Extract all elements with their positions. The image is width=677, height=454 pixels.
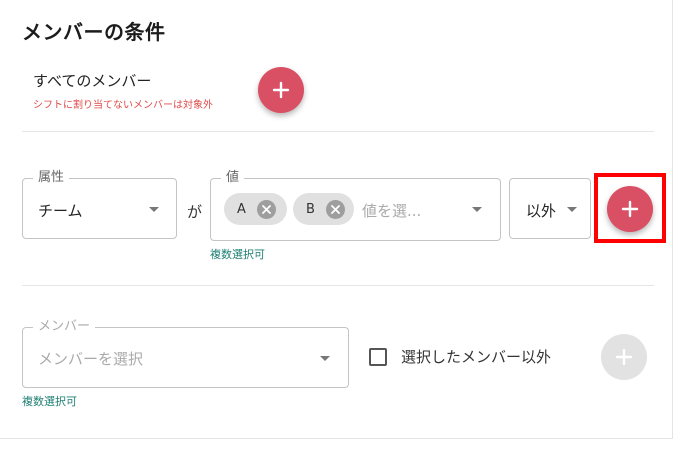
chip-label: B [306,201,315,217]
value-legend: 値 [221,169,245,187]
attribute-legend: 属性 [33,169,70,187]
attribute-selected-value: チーム [38,202,83,220]
attribute-select[interactable]: 属性 チーム [22,169,177,239]
chip-label: A [237,201,246,217]
close-circle-icon[interactable] [257,199,276,219]
chevron-down-icon [320,356,330,361]
section-title: メンバーの条件 [22,20,166,44]
value-chip-b: B [293,193,354,225]
add-member-condition-button[interactable] [601,334,647,380]
exclude-selected-checkbox[interactable] [369,348,387,366]
close-circle-icon[interactable] [326,199,345,219]
value-multi-hint: 複数選択可 [210,248,265,261]
add-all-members-button[interactable] [258,67,304,113]
member-multi-hint: 複数選択可 [22,395,77,408]
plus-icon [272,81,290,99]
divider [22,131,654,132]
member-multiselect[interactable]: メンバー メンバーを選択 [22,318,349,388]
all-members-note: シフトに割り当てないメンバーは対象外 [33,100,213,111]
member-legend: メンバー [33,318,96,336]
value-placeholder: 値を選... [362,202,422,220]
panel-bottom-border [0,438,673,439]
operator-select[interactable]: 以外 [509,178,591,239]
member-conditions-panel: メンバーの条件 すべてのメンバー シフトに割り当てないメンバーは対象外 属性 チ… [0,0,677,454]
divider [22,285,654,286]
plus-icon [615,348,633,366]
panel-right-border [672,0,673,438]
chevron-down-icon [149,207,159,212]
operator-selected-value: 以外 [526,202,557,220]
chevron-down-icon [567,207,577,212]
highlight-frame [594,173,666,243]
chevron-down-icon [472,207,482,212]
connector-text: が [187,203,203,221]
all-members-label: すべてのメンバー [33,72,152,90]
value-chip-a: A [224,193,287,225]
member-placeholder: メンバーを選択 [38,350,144,368]
exclude-selected-label[interactable]: 選択したメンバー以外 [401,346,551,367]
value-multiselect[interactable]: 値 A B 値を選... [210,169,501,241]
